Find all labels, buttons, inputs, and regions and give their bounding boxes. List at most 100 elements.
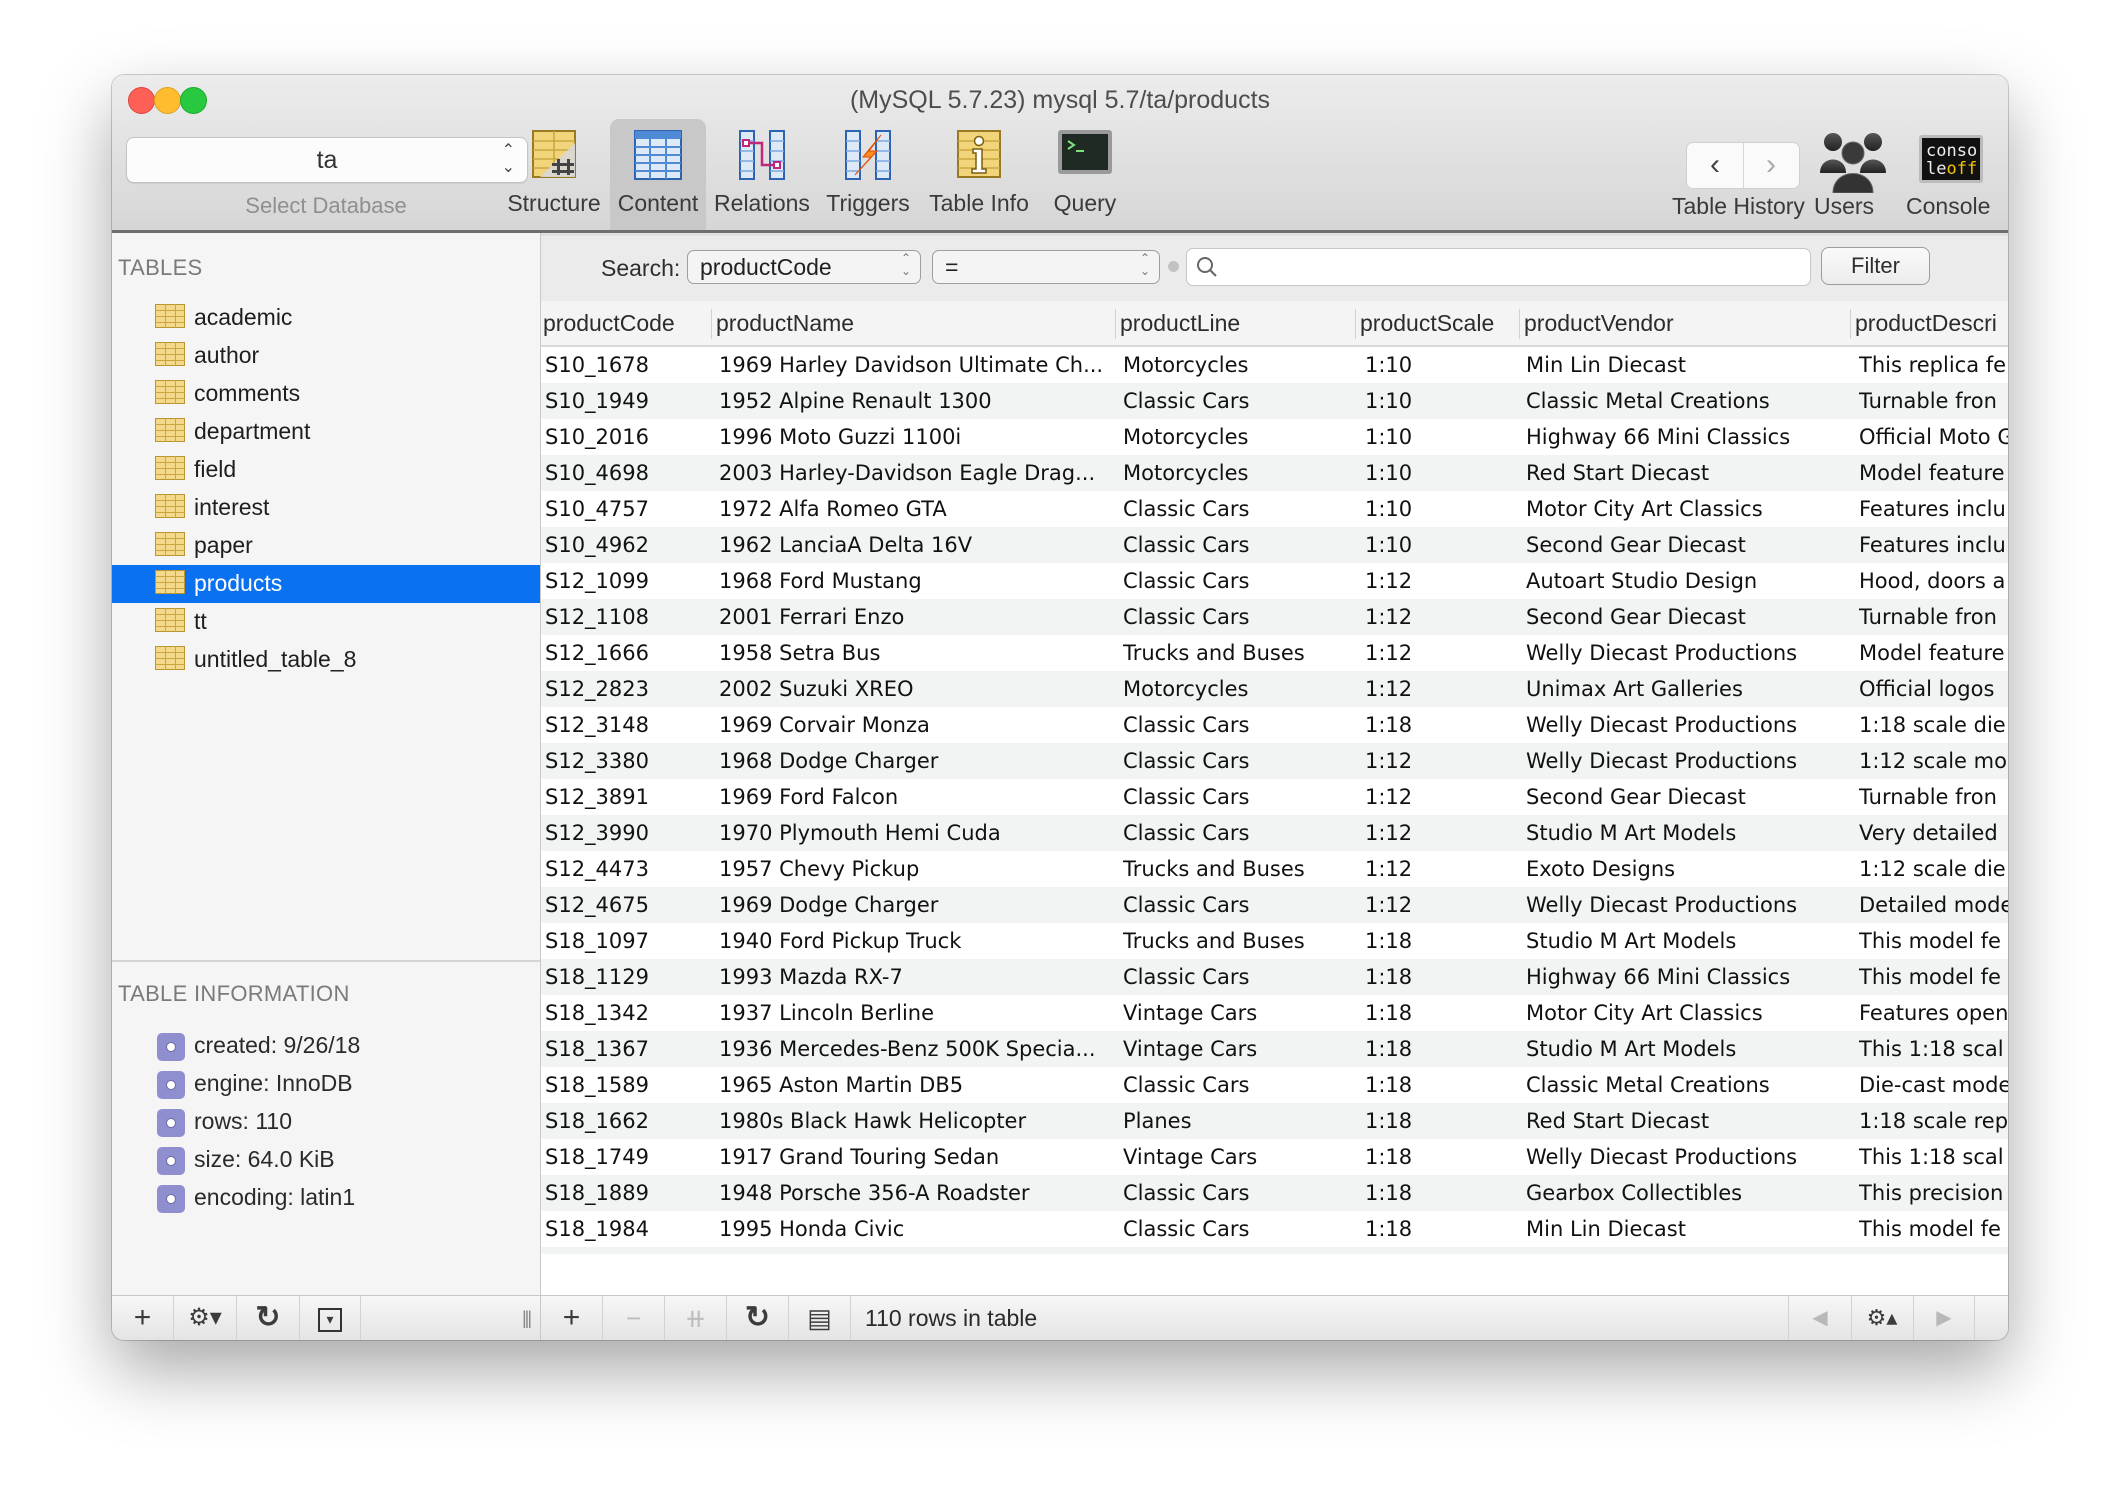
cell-productline[interactable]: Classic Cars [1123,1247,1359,1254]
cell-productscale[interactable]: 1:12 [1365,635,1525,671]
pagination-settings-button[interactable]: ⚙▴ [1851,1296,1914,1340]
table-row[interactable]: S18_2238 1998 Chrysler Plymouth Prowler Cl… [541,1247,2008,1254]
cell-productname[interactable]: 1952 Alpine Renault 1300 [719,383,1119,419]
cell-productdescri[interactable]: This precision [1859,1175,2008,1211]
column-header-productcode[interactable]: productCode [543,301,713,345]
database-select[interactable]: ta ⌃ ⌄ [126,137,528,183]
multiple-edit-button[interactable]: ▤ [789,1296,851,1340]
cell-productline[interactable]: Vintage Cars [1123,1139,1359,1175]
cell-productdescri[interactable]: Model feature [1859,455,2008,491]
cell-productvendor[interactable]: Welly Diecast Productions [1526,635,1852,671]
cell-productvendor[interactable]: Min Lin Diecast [1526,1211,1852,1247]
cell-productvendor[interactable]: Autoart Studio Design [1526,563,1852,599]
cell-productdescri[interactable]: Turnable fron [1859,383,2008,419]
cell-productname[interactable]: 1993 Mazda RX-7 [719,959,1119,995]
cell-productvendor[interactable]: Welly Diecast Productions [1526,707,1852,743]
table-row[interactable]: S12_3990 1970 Plymouth Hemi Cuda Classic C… [541,815,2008,851]
cell-productdescri[interactable]: Official logos [1859,671,2008,707]
cell-productline[interactable]: Planes [1123,1103,1359,1139]
cell-productscale[interactable]: 1:18 [1365,1031,1525,1067]
cell-productcode[interactable]: S18_1662 [545,1103,715,1139]
cell-productname[interactable]: 1969 Harley Davidson Ultimate Ch... [719,347,1119,383]
toggle-info-button[interactable]: ▾ [300,1296,361,1340]
cell-productvendor[interactable]: Min Lin Diecast [1526,347,1852,383]
sidebar-table-untitled-table-8[interactable]: untitled_table_8 [112,641,540,679]
duplicate-row-button[interactable]: ⧺ [665,1296,727,1340]
cell-productdescri[interactable]: Turnable fron [1859,599,2008,635]
cell-productname[interactable]: 1965 Aston Martin DB5 [719,1067,1119,1103]
cell-productcode[interactable]: S10_1678 [545,347,715,383]
table-row[interactable]: S12_1099 1968 Ford Mustang Classic Cars 1:1… [541,563,2008,599]
cell-productvendor[interactable]: Studio M Art Models [1526,815,1852,851]
column-header-productname[interactable]: productName [716,301,1116,345]
cell-productline[interactable]: Classic Cars [1123,527,1359,563]
table-row[interactable]: S18_1129 1993 Mazda RX-7 Classic Cars 1:18 H… [541,959,2008,995]
cell-productcode[interactable]: S12_1666 [545,635,715,671]
column-header-productline[interactable]: productLine [1120,301,1356,345]
sidebar-divider[interactable] [112,960,540,962]
add-row-button[interactable]: + [541,1296,603,1340]
table-row[interactable]: S18_1662 1980s Black Hawk Helicopter Plane… [541,1103,2008,1139]
cell-productline[interactable]: Classic Cars [1123,887,1359,923]
cell-productscale[interactable]: 1:12 [1365,563,1525,599]
cell-productscale[interactable]: 1:12 [1365,743,1525,779]
cell-productname[interactable]: 1968 Ford Mustang [719,563,1119,599]
cell-productcode[interactable]: S12_3380 [545,743,715,779]
cell-productname[interactable]: 1972 Alfa Romeo GTA [719,491,1119,527]
cell-productline[interactable]: Classic Cars [1123,1211,1359,1247]
table-row[interactable]: S18_1984 1995 Honda Civic Classic Cars 1:18… [541,1211,2008,1247]
cell-productdescri[interactable]: 1:12 scale mo [1859,743,2008,779]
cell-productline[interactable]: Classic Cars [1123,599,1359,635]
column-resize-handle[interactable] [1355,309,1356,339]
cell-productcode[interactable]: S18_1367 [545,1031,715,1067]
cell-productcode[interactable]: S10_1949 [545,383,715,419]
content-button[interactable]: Content [610,119,706,230]
cell-productscale[interactable]: 1:18 [1365,1139,1525,1175]
table-row[interactable]: S18_1342 1937 Lincoln Berline Vintage Cars… [541,995,2008,1031]
cell-productline[interactable]: Classic Cars [1123,563,1359,599]
cell-productname[interactable]: 1995 Honda Civic [719,1211,1119,1247]
column-resize-handle[interactable] [1115,309,1116,339]
cell-productdescri[interactable]: Die-cast mode [1859,1067,2008,1103]
users-button[interactable]: Users [1812,119,1896,230]
cell-productcode[interactable]: S12_4473 [545,851,715,887]
cell-productname[interactable]: 1962 LanciaA Delta 16V [719,527,1119,563]
cell-productscale[interactable]: 1:18 [1365,923,1525,959]
cell-productline[interactable]: Trucks and Buses [1123,635,1359,671]
sidebar-table-academic[interactable]: academic [112,299,540,337]
cell-productline[interactable]: Motorcycles [1123,419,1359,455]
cell-productscale[interactable]: 1:18 [1365,959,1525,995]
cell-productcode[interactable]: S12_3148 [545,707,715,743]
cell-productscale[interactable]: 1:18 [1365,995,1525,1031]
cell-productvendor[interactable]: Gearbox Collectibles [1526,1247,1852,1254]
cell-productline[interactable]: Motorcycles [1123,455,1359,491]
cell-productcode[interactable]: S18_1984 [545,1211,715,1247]
cell-productname[interactable]: 1937 Lincoln Berline [719,995,1119,1031]
table-row[interactable]: S10_4757 1972 Alfa Romeo GTA Classic Cars 1… [541,491,2008,527]
column-header-productdescri[interactable]: productDescri [1855,301,2008,345]
cell-productline[interactable]: Vintage Cars [1123,1031,1359,1067]
cell-productline[interactable]: Classic Cars [1123,1067,1359,1103]
cell-productdescri[interactable]: Features open [1859,995,2008,1031]
sidebar-table-department[interactable]: department [112,413,540,451]
cell-productvendor[interactable]: Gearbox Collectibles [1526,1175,1852,1211]
cell-productscale[interactable]: 1:18 [1365,1247,1525,1254]
cell-productcode[interactable]: S10_4698 [545,455,715,491]
cell-productcode[interactable]: S12_1099 [545,563,715,599]
cell-productscale[interactable]: 1:10 [1365,527,1525,563]
cell-productcode[interactable]: S12_3891 [545,779,715,815]
cell-productcode[interactable]: S10_4757 [545,491,715,527]
cell-productscale[interactable]: 1:18 [1365,707,1525,743]
cell-productscale[interactable]: 1:12 [1365,779,1525,815]
column-resize-handle[interactable] [711,309,712,339]
cell-productname[interactable]: 1917 Grand Touring Sedan [719,1139,1119,1175]
cell-productvendor[interactable]: Highway 66 Mini Classics [1526,419,1852,455]
cell-productline[interactable]: Trucks and Buses [1123,851,1359,887]
cell-productcode[interactable]: S18_2238 [545,1247,715,1254]
table-row[interactable]: S10_2016 1996 Moto Guzzi 1100i Motorcycles… [541,419,2008,455]
cell-productvendor[interactable]: Classic Metal Creations [1526,383,1852,419]
cell-productdescri[interactable]: Detailed mode [1859,887,2008,923]
cell-productdescri[interactable]: This model fe [1859,959,2008,995]
sidebar-table-author[interactable]: author [112,337,540,375]
refresh-content-button[interactable]: ↻ [727,1296,789,1340]
